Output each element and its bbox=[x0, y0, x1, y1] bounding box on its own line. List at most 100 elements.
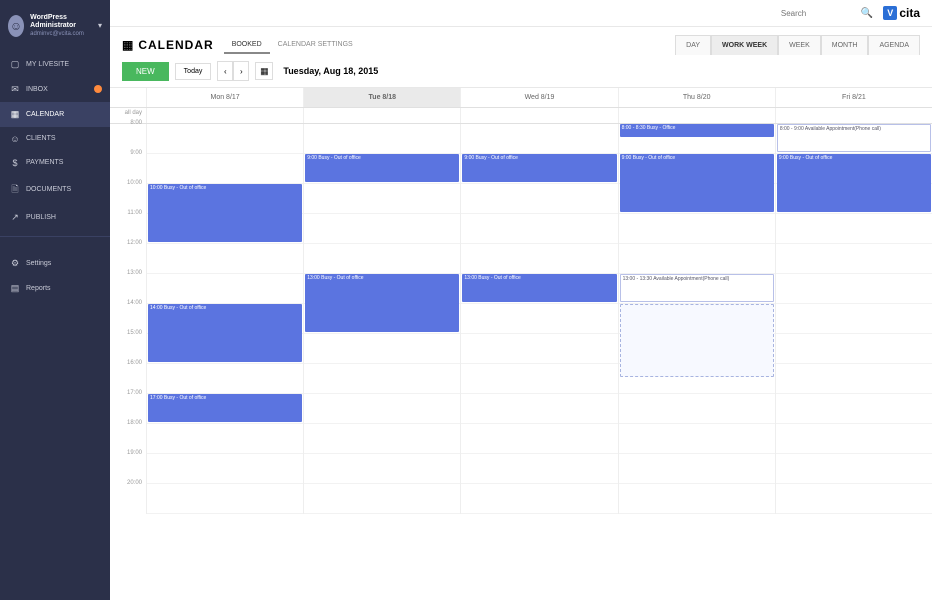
view-tab-week[interactable]: WEEK bbox=[778, 35, 821, 55]
sidebar-item-my-livesite[interactable]: ▢ MY LIVESITE bbox=[0, 52, 110, 77]
hour-label: 8:00 bbox=[110, 120, 146, 150]
calendar-event[interactable] bbox=[620, 304, 774, 377]
hour-label: 17:00 bbox=[110, 390, 146, 420]
hour-label: 11:00 bbox=[110, 210, 146, 240]
calendar-event[interactable]: 13:00 Busy - Out of office bbox=[462, 274, 616, 302]
sidebar-item-reports[interactable]: ▤ Reports bbox=[0, 276, 110, 301]
nav-icon: ↗ bbox=[10, 212, 20, 223]
sidebar-item-publish[interactable]: ↗ PUBLISH bbox=[0, 205, 110, 230]
sidebar-item-payments[interactable]: $ PAYMENTS bbox=[0, 151, 110, 175]
calendar-icon: ▦ bbox=[122, 38, 134, 52]
nav-icon: ▤ bbox=[10, 283, 20, 294]
sidebar-item-inbox[interactable]: ✉ INBOX bbox=[0, 77, 110, 102]
view-tab-agenda[interactable]: AGENDA bbox=[868, 35, 920, 55]
view-tab-month[interactable]: MONTH bbox=[821, 35, 869, 55]
day-column[interactable]: 9:00 Busy - Out of office 13:00 Busy - Ou… bbox=[460, 124, 617, 514]
view-tab-day[interactable]: DAY bbox=[675, 35, 711, 55]
nav-icon: $ bbox=[10, 158, 20, 168]
hour-label: 9:00 bbox=[110, 150, 146, 180]
hour-label: 13:00 bbox=[110, 270, 146, 300]
calendar-event[interactable]: 9:00 Busy - Out of office bbox=[305, 154, 459, 182]
logo-text: cita bbox=[899, 6, 920, 20]
allday-cell[interactable] bbox=[460, 108, 617, 123]
chevron-down-icon: ▾ bbox=[98, 21, 102, 30]
day-column[interactable]: 8:00 - 9:00 Available Appointment(Phone … bbox=[775, 124, 932, 514]
hour-label: 18:00 bbox=[110, 420, 146, 450]
date-picker-icon[interactable]: ▦ bbox=[255, 62, 273, 80]
day-column[interactable]: 10:00 Busy - Out of office 14:00 Busy - O… bbox=[146, 124, 303, 514]
nav-icon: ▦ bbox=[10, 109, 20, 120]
calendar-event[interactable]: 9:00 Busy - Out of office bbox=[777, 154, 931, 212]
nav-label: MY LIVESITE bbox=[26, 61, 69, 68]
hour-label: 20:00 bbox=[110, 480, 146, 510]
calendar-event[interactable]: 13:00 - 13:30 Available Appointment(Phon… bbox=[620, 274, 774, 302]
allday-cell[interactable] bbox=[775, 108, 932, 123]
sidebar-item-settings[interactable]: ⚙ Settings bbox=[0, 251, 110, 276]
allday-cell[interactable] bbox=[146, 108, 303, 123]
day-header[interactable]: Fri 8/21 bbox=[775, 88, 932, 107]
calendar-event[interactable]: 8:00 - 9:00 Available Appointment(Phone … bbox=[777, 124, 931, 152]
view-tabs: DAYWORK WEEKWEEKMONTHAGENDA bbox=[675, 35, 920, 55]
allday-cell[interactable] bbox=[618, 108, 775, 123]
day-header[interactable]: Wed 8/19 bbox=[460, 88, 617, 107]
calendar-event[interactable]: 9:00 Busy - Out of office bbox=[620, 154, 774, 212]
new-button[interactable]: NEW bbox=[122, 62, 169, 81]
nav-icon: ▢ bbox=[10, 59, 20, 70]
hour-label: 19:00 bbox=[110, 450, 146, 480]
nav-icon: ☺ bbox=[10, 134, 20, 144]
nav-label: PAYMENTS bbox=[26, 159, 63, 166]
day-column[interactable]: 8:00 - 8:30 Busy - Office 9:00 Busy - Out… bbox=[618, 124, 775, 514]
day-header[interactable]: Mon 8/17 bbox=[146, 88, 303, 107]
calendar-event[interactable]: 10:00 Busy - Out of office bbox=[148, 184, 302, 242]
calendar-event[interactable]: 14:00 Busy - Out of office bbox=[148, 304, 302, 362]
toolbar: NEW Today ‹ › ▦ Tuesday, Aug 18, 2015 bbox=[110, 55, 932, 88]
profile[interactable]: ☺ WordPress Administrator adminvc@vcita.… bbox=[0, 8, 110, 44]
page-header: ▦ CALENDAR BOOKEDCALENDAR SETTINGS DAYWO… bbox=[110, 27, 932, 55]
calendar-event[interactable]: 9:00 Busy - Out of office bbox=[462, 154, 616, 182]
hour-label: 12:00 bbox=[110, 240, 146, 270]
nav-footer: ⚙ Settings ▤ Reports bbox=[0, 251, 110, 301]
nav-icon: ✉ bbox=[10, 84, 20, 95]
calendar-event[interactable]: 13:00 Busy - Out of office bbox=[305, 274, 459, 332]
notification-badge bbox=[94, 85, 102, 93]
sidebar-item-documents[interactable]: 🗎DOCUMENTS bbox=[0, 175, 110, 205]
calendar-event[interactable]: 8:00 - 8:30 Busy - Office bbox=[620, 124, 774, 137]
hour-label: 15:00 bbox=[110, 330, 146, 360]
nav: ▢ MY LIVESITE ✉ INBOX ▦ CALENDAR ☺ CLIENTS $ PAYM… bbox=[0, 52, 110, 230]
sidebar: ☺ WordPress Administrator adminvc@vcita.… bbox=[0, 0, 110, 600]
search-icon[interactable]: 🔍 bbox=[861, 8, 873, 19]
search-input[interactable] bbox=[781, 9, 851, 18]
nav-icon: ⚙ bbox=[10, 258, 20, 269]
allday-cell[interactable] bbox=[303, 108, 460, 123]
page-title: ▦ CALENDAR bbox=[122, 38, 214, 52]
nav-icon: 🗎 bbox=[10, 182, 20, 198]
nav-label: PUBLISH bbox=[26, 214, 56, 221]
profile-email: adminvc@vcita.com bbox=[30, 31, 92, 38]
calendar-event[interactable]: 17:00 Busy - Out of office bbox=[148, 394, 302, 422]
tab-booked[interactable]: BOOKED bbox=[224, 37, 270, 54]
day-column[interactable]: 9:00 Busy - Out of office 13:00 Busy - Ou… bbox=[303, 124, 460, 514]
profile-name: WordPress Administrator bbox=[30, 14, 92, 31]
today-button[interactable]: Today bbox=[175, 63, 212, 80]
avatar: ☺ bbox=[8, 15, 24, 37]
nav-label: CALENDAR bbox=[26, 111, 64, 118]
nav-label: INBOX bbox=[26, 86, 48, 93]
day-header[interactable]: Thu 8/20 bbox=[618, 88, 775, 107]
hour-label: 16:00 bbox=[110, 360, 146, 390]
sidebar-item-clients[interactable]: ☺ CLIENTS bbox=[0, 127, 110, 151]
brand-logo[interactable]: V cita bbox=[883, 6, 920, 20]
nav-label: CLIENTS bbox=[26, 135, 56, 142]
day-header[interactable]: Tue 8/18 bbox=[303, 88, 460, 107]
view-tab-work-week[interactable]: WORK WEEK bbox=[711, 35, 778, 55]
sidebar-item-calendar[interactable]: ▦ CALENDAR bbox=[0, 102, 110, 127]
topbar: 🔍 V cita bbox=[110, 0, 932, 27]
next-button[interactable]: › bbox=[233, 61, 249, 81]
hour-label: 14:00 bbox=[110, 300, 146, 330]
nav-label: Settings bbox=[26, 260, 51, 267]
calendar-grid: Mon 8/17Tue 8/18Wed 8/19Thu 8/20Fri 8/21… bbox=[110, 88, 932, 600]
hour-label: 10:00 bbox=[110, 180, 146, 210]
prev-button[interactable]: ‹ bbox=[217, 61, 233, 81]
tab-calendar-settings[interactable]: CALENDAR SETTINGS bbox=[270, 37, 361, 54]
nav-label: Reports bbox=[26, 285, 51, 292]
date-label: Tuesday, Aug 18, 2015 bbox=[283, 66, 378, 76]
